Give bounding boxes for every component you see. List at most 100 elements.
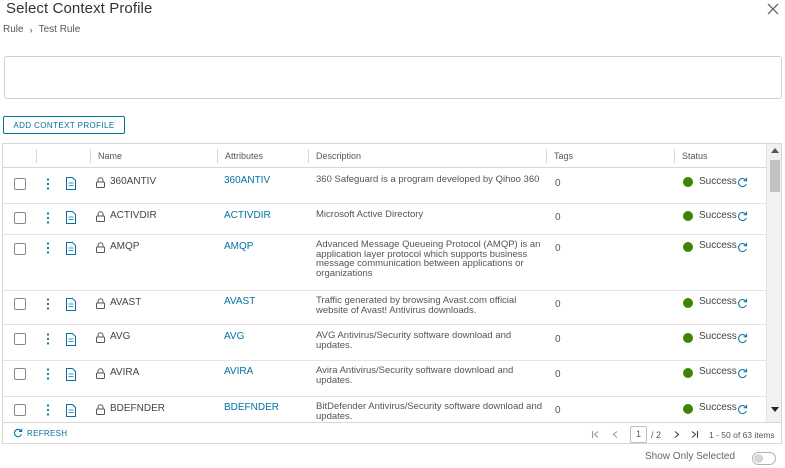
kebab-menu-icon[interactable] bbox=[44, 404, 52, 416]
close-button[interactable] bbox=[766, 2, 780, 16]
column-header-tags[interactable]: Tags bbox=[547, 144, 573, 168]
document-icon[interactable] bbox=[65, 177, 77, 190]
search-input[interactable] bbox=[4, 56, 782, 99]
row-status: Success bbox=[699, 402, 737, 413]
refresh-button[interactable]: REFRESH bbox=[13, 428, 67, 438]
row-attribute-link[interactable]: AVAST bbox=[224, 296, 255, 307]
refresh-icon[interactable] bbox=[737, 404, 748, 415]
row-description: Advanced Message Queueing Protocol (AMQP… bbox=[316, 240, 541, 278]
dialog-title: Select Context Profile bbox=[6, 0, 153, 17]
row-attribute-link[interactable]: AVIRA bbox=[224, 366, 253, 377]
table-row[interactable]: AVG AVG AVG Antivirus/Security software … bbox=[3, 325, 766, 361]
kebab-menu-icon[interactable] bbox=[44, 333, 52, 345]
row-name: AVAST bbox=[110, 297, 142, 308]
row-checkbox[interactable] bbox=[14, 243, 26, 255]
chevron-right-icon bbox=[674, 431, 679, 438]
scrollbar-thumb[interactable] bbox=[770, 160, 780, 192]
row-checkbox[interactable] bbox=[14, 178, 26, 190]
row-attribute-link[interactable]: ACTIVDIR bbox=[224, 210, 271, 221]
page-total: / 2 bbox=[651, 429, 662, 440]
breadcrumb-item-rule[interactable]: Rule bbox=[3, 24, 24, 35]
status-success-dot bbox=[683, 211, 693, 221]
previous-page-button[interactable] bbox=[608, 428, 622, 442]
kebab-menu-icon[interactable] bbox=[44, 242, 52, 254]
kebab-menu-icon[interactable] bbox=[44, 298, 52, 310]
refresh-icon[interactable] bbox=[737, 242, 748, 253]
document-icon[interactable] bbox=[65, 368, 77, 381]
table-row[interactable]: 360ANTIV 360ANTIV 360 Safeguard is a pro… bbox=[3, 168, 766, 204]
refresh-icon[interactable] bbox=[737, 333, 748, 344]
refresh-icon[interactable] bbox=[737, 298, 748, 309]
vertical-scrollbar[interactable] bbox=[766, 144, 781, 422]
row-attribute-link[interactable]: BDEFNDER bbox=[224, 402, 279, 413]
refresh-icon[interactable] bbox=[737, 211, 748, 222]
refresh-icon[interactable] bbox=[737, 368, 748, 379]
chevron-right-icon: › bbox=[29, 24, 33, 35]
row-name: AMQP bbox=[110, 241, 140, 252]
show-only-selected-toggle[interactable] bbox=[752, 452, 776, 465]
column-header-description[interactable]: Description bbox=[309, 144, 361, 168]
row-description: Avira Antivirus/Security software downlo… bbox=[316, 366, 514, 385]
row-name: AVG bbox=[110, 331, 131, 342]
kebab-menu-icon[interactable] bbox=[44, 178, 52, 190]
row-attribute-link[interactable]: AMQP bbox=[224, 241, 253, 252]
refresh-icon[interactable] bbox=[737, 177, 748, 188]
lock-icon bbox=[96, 332, 105, 343]
scroll-up-arrow-icon[interactable] bbox=[771, 148, 779, 153]
table-row[interactable]: AMQP AMQP Advanced Message Queueing Prot… bbox=[3, 235, 766, 291]
first-page-icon bbox=[591, 431, 598, 438]
chevron-left-icon bbox=[612, 431, 617, 438]
status-success-dot bbox=[683, 177, 693, 187]
column-divider bbox=[36, 149, 37, 163]
row-tags: 0 bbox=[555, 299, 561, 310]
row-checkbox[interactable] bbox=[14, 404, 26, 416]
row-status: Success bbox=[699, 210, 737, 221]
row-checkbox[interactable] bbox=[14, 212, 26, 224]
document-icon[interactable] bbox=[65, 333, 77, 346]
kebab-menu-icon[interactable] bbox=[44, 368, 52, 380]
row-tags: 0 bbox=[555, 243, 561, 254]
scroll-down-arrow-icon[interactable] bbox=[771, 407, 779, 412]
kebab-menu-icon[interactable] bbox=[44, 212, 52, 224]
row-tags: 0 bbox=[555, 178, 561, 189]
row-tags: 0 bbox=[555, 212, 561, 223]
table-row[interactable]: AVIRA AVIRA Avira Antivirus/Security sof… bbox=[3, 361, 766, 397]
column-header-status[interactable]: Status bbox=[675, 144, 708, 168]
column-header-attributes[interactable]: Attributes bbox=[218, 144, 263, 168]
document-icon[interactable] bbox=[65, 211, 77, 224]
row-status: Success bbox=[699, 331, 737, 342]
row-checkbox[interactable] bbox=[14, 368, 26, 380]
row-status: Success bbox=[699, 366, 737, 377]
lock-icon bbox=[96, 404, 105, 415]
lock-icon bbox=[96, 298, 105, 309]
row-tags: 0 bbox=[555, 334, 561, 345]
status-success-dot bbox=[683, 404, 693, 414]
row-name: AVIRA bbox=[110, 367, 140, 378]
grid-header: Name Attributes Description Tags Status bbox=[3, 144, 766, 168]
row-name: ACTIVDIR bbox=[110, 210, 157, 221]
grid-footer: REFRESH 1 / 2 1 - 50 of 63 items bbox=[3, 422, 781, 443]
context-profile-grid: Name Attributes Description Tags Status … bbox=[2, 143, 782, 444]
row-attribute-link[interactable]: AVG bbox=[224, 331, 244, 342]
row-tags: 0 bbox=[555, 369, 561, 380]
row-checkbox[interactable] bbox=[14, 333, 26, 345]
row-name: BDEFNDER bbox=[110, 403, 166, 414]
document-icon[interactable] bbox=[65, 404, 77, 417]
row-attribute-link[interactable]: 360ANTIV bbox=[224, 175, 270, 186]
breadcrumb: Rule › Test Rule bbox=[3, 24, 80, 35]
table-row[interactable]: ACTIVDIR ACTIVDIR Microsoft Active Direc… bbox=[3, 204, 766, 235]
document-icon[interactable] bbox=[65, 298, 77, 311]
document-icon[interactable] bbox=[65, 242, 77, 255]
page-number-input[interactable]: 1 bbox=[630, 426, 647, 443]
toggle-knob bbox=[754, 454, 763, 463]
add-context-profile-button[interactable]: ADD CONTEXT PROFILE bbox=[3, 116, 125, 134]
last-page-button[interactable] bbox=[687, 428, 701, 442]
row-checkbox[interactable] bbox=[14, 298, 26, 310]
row-status: Success bbox=[699, 296, 737, 307]
next-page-button[interactable] bbox=[669, 428, 683, 442]
first-page-button[interactable] bbox=[588, 428, 602, 442]
row-description: BitDefender Antivirus/Security software … bbox=[316, 402, 543, 421]
table-row[interactable]: AVAST AVAST Traffic generated by browsin… bbox=[3, 291, 766, 325]
row-status: Success bbox=[699, 240, 737, 251]
column-header-name[interactable]: Name bbox=[91, 144, 122, 168]
